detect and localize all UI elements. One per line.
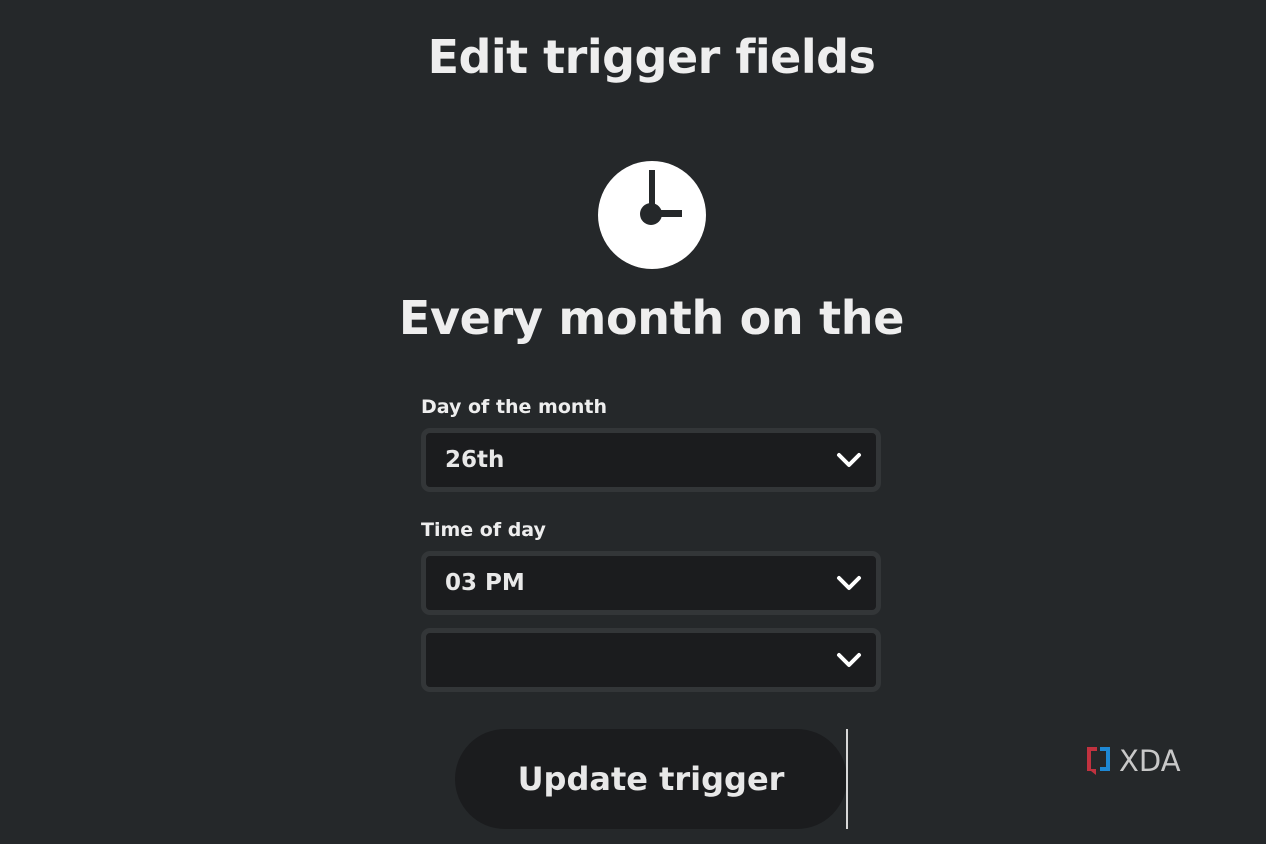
trigger-subtitle: Every month on the: [398, 291, 905, 345]
day-of-month-label: Day of the month: [421, 396, 608, 418]
chevron-down-icon: [837, 453, 861, 467]
time-of-day-minute-select[interactable]: [421, 628, 881, 692]
chevron-down-icon: [837, 653, 861, 667]
day-of-month-select[interactable]: 26th: [421, 428, 881, 492]
time-of-day-label: Time of day: [421, 519, 546, 541]
update-trigger-button[interactable]: Update trigger: [455, 729, 847, 829]
time-of-day-hour-select[interactable]: 03 PM: [421, 551, 881, 615]
chevron-down-icon: [837, 576, 861, 590]
xda-logo-text: XDA: [1119, 744, 1181, 778]
text-cursor: [846, 729, 848, 829]
xda-logo: XDA: [1087, 744, 1181, 778]
clock-icon: [598, 161, 706, 269]
trigger-edit-page: Edit trigger fields Every month on the D…: [0, 0, 1266, 844]
page-title: Edit trigger fields: [427, 30, 876, 84]
time-of-day-hour-value: 03 PM: [445, 570, 525, 596]
day-of-month-value: 26th: [445, 447, 505, 473]
